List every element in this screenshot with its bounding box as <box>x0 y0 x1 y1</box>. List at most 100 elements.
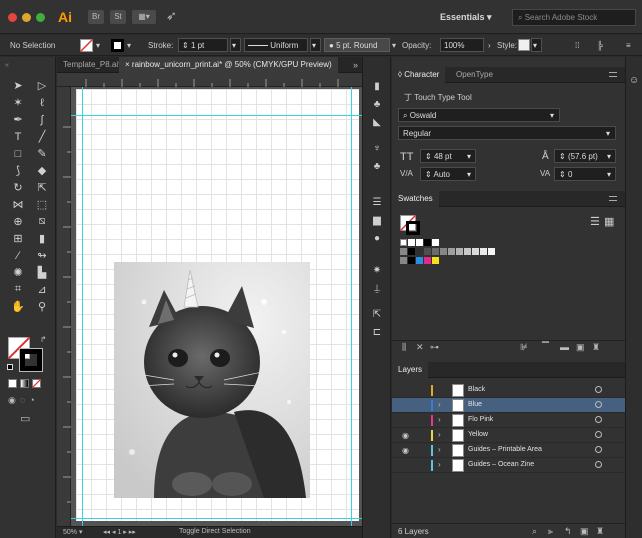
minimize-window-button[interactable] <box>22 13 31 22</box>
bridge-icon[interactable]: Br <box>88 10 104 24</box>
slice-tool-icon[interactable]: ⊿ <box>32 281 52 298</box>
opacity-field[interactable]: 100% <box>440 38 484 52</box>
stroke-swatch[interactable] <box>19 348 43 372</box>
tab-opentype[interactable]: OpenType <box>450 67 499 83</box>
none-mode-icon[interactable] <box>32 379 41 388</box>
layer-target-icon[interactable] <box>595 461 602 468</box>
guide-vertical-right[interactable] <box>351 87 352 526</box>
horizontal-ruler[interactable] <box>57 73 362 87</box>
hand-tool-icon[interactable]: ✋ <box>8 298 28 315</box>
delete-layer-icon[interactable]: ♜ <box>596 526 604 537</box>
mesh-tool-icon[interactable]: ⊞ <box>8 230 28 247</box>
expand-layer-icon[interactable]: › <box>438 460 441 469</box>
font-style-field[interactable]: Regular ▾ <box>398 126 616 140</box>
expand-layer-icon[interactable]: › <box>438 445 441 454</box>
free-transform-tool-icon[interactable]: ⬚ <box>32 196 52 213</box>
gradient-tool-icon[interactable]: ▮ <box>32 230 52 247</box>
new-color-group-icon[interactable]: ⊯ <box>520 342 528 353</box>
magic-wand-tool-icon[interactable]: ✶ <box>8 94 28 111</box>
stroke-weight-dropdown[interactable]: ▾ <box>230 38 241 52</box>
swatch-none[interactable] <box>400 239 407 246</box>
fill-dropdown-icon[interactable]: ▾ <box>96 41 100 50</box>
artboard-tool-icon[interactable]: ⌗ <box>8 281 28 298</box>
swatch-yellow[interactable] <box>432 257 439 264</box>
expand-layer-icon[interactable]: › <box>438 415 441 424</box>
line-segment-tool-icon[interactable]: ╱ <box>32 128 52 145</box>
layer-row[interactable]: ◉ › Guides – Printable Area <box>392 443 625 458</box>
graphic-style-dropdown[interactable]: ▾ <box>531 38 542 52</box>
tab-layers[interactable]: Layers <box>392 362 429 378</box>
font-family-field[interactable]: ⌕ Oswald ▾ <box>398 108 560 122</box>
close-tab-icon[interactable]: × <box>125 60 130 69</box>
visibility-eye-icon[interactable]: ◉ <box>402 431 409 440</box>
swatch-registration[interactable] <box>408 239 415 246</box>
eyedropper-tool-icon[interactable]: ⁄ <box>8 247 28 264</box>
opacity-dropdown-icon[interactable]: › <box>488 41 491 50</box>
search-stock-field[interactable]: ⌕ Search Adobe Stock <box>512 9 636 26</box>
guide-horizontal-bottom[interactable] <box>71 518 362 519</box>
color-panel-icon[interactable]: ▮ <box>370 79 384 93</box>
new-layer-icon[interactable]: ▣ <box>580 526 589 537</box>
touch-type-tool-button[interactable]: 丁 Touch Type Tool <box>404 92 472 103</box>
layer-target-icon[interactable] <box>595 431 602 438</box>
zoom-window-button[interactable] <box>36 13 45 22</box>
draw-normal-icon[interactable]: ◉ <box>8 395 16 406</box>
perspective-grid-tool-icon[interactable]: ⧅ <box>32 213 52 230</box>
swatch-gray-9[interactable] <box>464 248 471 255</box>
swap-fill-stroke-icon[interactable]: ↱ <box>40 335 47 344</box>
graphic-style-swatch[interactable] <box>518 39 530 51</box>
fill-color-button[interactable] <box>80 39 93 52</box>
zoom-level-control[interactable]: 50% ▾ <box>63 528 82 536</box>
symbols-panel-icon[interactable]: ♣ <box>370 159 384 173</box>
layer-row[interactable]: › Guides – Ocean Zine <box>392 458 625 473</box>
visibility-eye-icon[interactable]: ◉ <box>402 446 409 455</box>
tab-rainbow-unicorn[interactable]: × rainbow_unicorn_print.ai* @ 50% (CMYK/… <box>119 57 338 73</box>
brushes-panel-icon[interactable]: ♆ <box>370 141 384 155</box>
swatch-gray-10[interactable] <box>472 248 479 255</box>
expand-layer-icon[interactable]: › <box>438 430 441 439</box>
color-guide-icon[interactable]: ♣ <box>370 97 384 111</box>
kerning-field[interactable]: ⇕ Auto ▾ <box>420 167 476 181</box>
swatch-gray-4[interactable] <box>424 248 431 255</box>
leading-field[interactable]: ⇕ (57.6 pt) ▾ <box>554 149 616 163</box>
change-screen-mode-icon[interactable]: ▭ <box>20 412 30 425</box>
swatch-gray-11[interactable] <box>480 248 487 255</box>
direct-selection-tool-icon[interactable]: ▷ <box>32 77 52 94</box>
stroke-color-button[interactable] <box>111 39 124 52</box>
tab-character[interactable]: ◊ Character <box>392 67 446 83</box>
vertical-ruler[interactable] <box>57 87 71 526</box>
delete-swatch-icon[interactable]: ♜ <box>592 342 600 353</box>
layer-target-icon[interactable] <box>595 446 602 453</box>
layer-row[interactable]: › Blue <box>392 398 625 413</box>
swatch-pink[interactable] <box>424 257 431 264</box>
layer-row[interactable]: Black <box>392 383 625 398</box>
new-swatch-2-icon[interactable]: ▣ <box>576 342 585 353</box>
stroke-panel-icon[interactable]: ☰ <box>370 195 384 209</box>
expand-layer-icon[interactable]: › <box>438 400 441 409</box>
swatch-spot-black[interactable] <box>408 257 415 264</box>
asset-export-icon[interactable]: ⇱ <box>370 307 384 321</box>
rotate-tool-icon[interactable]: ↻ <box>8 179 28 196</box>
symbol-sprayer-tool-icon[interactable]: ✺ <box>8 264 28 281</box>
libraries-icon[interactable]: ◣ <box>370 115 384 129</box>
column-graph-tool-icon[interactable]: ▙ <box>32 264 52 281</box>
brush-dropdown-icon[interactable]: ▾ <box>392 41 396 50</box>
transform-icon[interactable]: ╠ <box>597 41 603 50</box>
stock-icon[interactable]: St <box>110 10 126 24</box>
tabs-overflow-icon[interactable]: » <box>353 60 358 70</box>
swatch-gray-1[interactable] <box>400 248 407 255</box>
swatch-gray-7[interactable] <box>448 248 455 255</box>
artboards-panel-icon[interactable]: ⊏ <box>370 325 384 339</box>
swatch-gray-2[interactable] <box>408 248 415 255</box>
stroke-dropdown-icon[interactable]: ▾ <box>127 41 131 50</box>
layer-target-icon[interactable] <box>595 416 602 423</box>
shape-builder-tool-icon[interactable]: ⊕ <box>8 213 28 230</box>
draw-behind-icon[interactable]: ◌ <box>20 395 25 406</box>
blend-tool-icon[interactable]: ↬ <box>32 247 52 264</box>
control-panel-menu-icon[interactable]: ≡ <box>626 41 631 50</box>
rectangle-tool-icon[interactable]: □ <box>8 145 28 162</box>
layer-target-icon[interactable] <box>595 401 602 408</box>
swatch-options-icon[interactable]: ⊶ <box>430 342 439 353</box>
lasso-tool-icon[interactable]: ℓ <box>32 94 52 111</box>
scale-tool-icon[interactable]: ⇱ <box>32 179 52 196</box>
